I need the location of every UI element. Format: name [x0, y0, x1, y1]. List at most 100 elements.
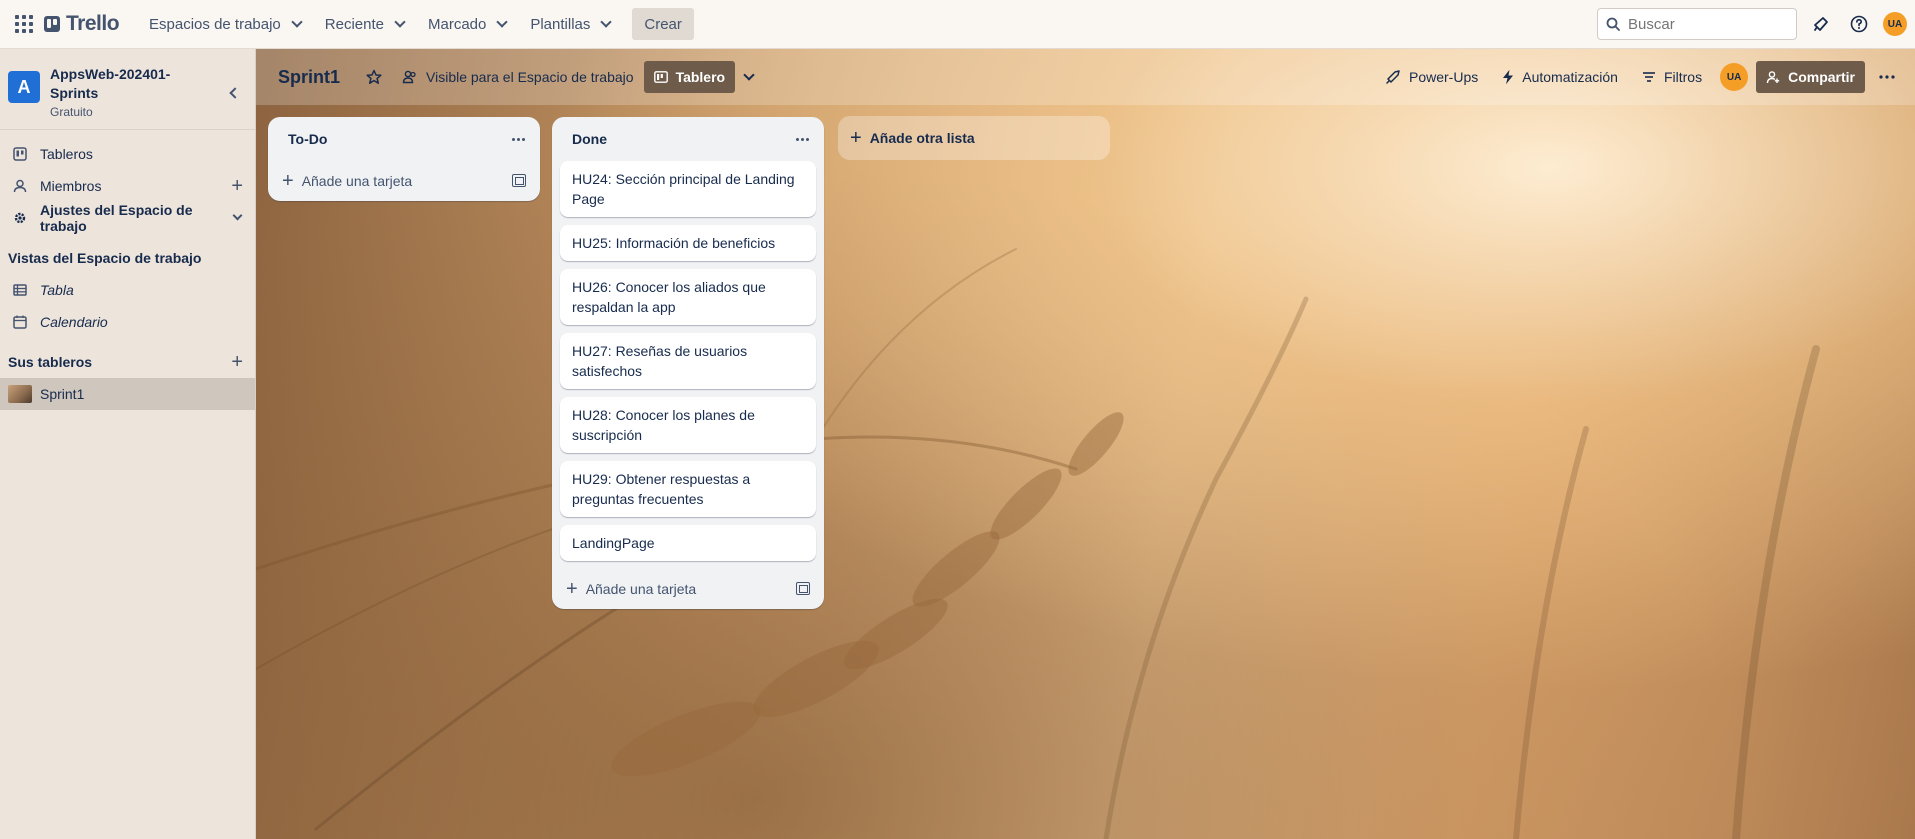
visibility-button[interactable]: Visible para el Espacio de trabajo [392, 61, 644, 93]
chevron-down-icon [600, 16, 613, 28]
add-member-icon[interactable]: + [231, 176, 243, 196]
help-button[interactable] [1845, 10, 1873, 38]
list-header[interactable]: Done [552, 117, 824, 161]
automation-label: Automatización [1522, 69, 1618, 85]
nav-templates-label: Plantillas [530, 15, 591, 33]
rocket-icon [1386, 70, 1400, 84]
card[interactable]: HU28: Conocer los planes de suscripción [560, 397, 816, 453]
share-label: Compartir [1788, 69, 1855, 85]
star-icon [366, 69, 382, 84]
list-title[interactable]: Done [572, 131, 607, 147]
search-input[interactable] [1628, 15, 1778, 33]
chevron-down-icon [394, 16, 406, 28]
create-button[interactable]: Crear [632, 8, 694, 40]
board-view-button[interactable]: Tablero [643, 61, 736, 93]
workspace-info: AppsWeb-202401-Sprints Gratuito [50, 57, 209, 119]
collapse-sidebar-button[interactable] [219, 79, 247, 107]
board-member-avatar[interactable]: UA [1720, 63, 1749, 91]
add-card-label: Añade una tarjeta [301, 173, 413, 189]
sidebar-item-label: Tabla [40, 282, 74, 298]
add-card-button[interactable]: + Añade una tarjeta [566, 579, 696, 599]
workspace-badge[interactable]: A [8, 71, 40, 103]
list-todo: To-Do + Añade una tarjeta [268, 117, 540, 201]
filters-button[interactable]: Filtros [1632, 61, 1712, 93]
top-navigation-bar: Trello Espacios de trabajo Reciente Marc… [0, 0, 1915, 49]
nav-starred-menu[interactable]: Marcado [418, 8, 516, 40]
switch-view-button[interactable] [735, 61, 763, 93]
nav-recent-menu[interactable]: Reciente [315, 8, 414, 40]
user-avatar[interactable]: UA [1883, 12, 1907, 36]
search-icon [1606, 17, 1620, 31]
power-ups-button[interactable]: Power-Ups [1375, 61, 1488, 93]
nav-workspaces-menu[interactable]: Espacios de trabajo [139, 8, 311, 40]
person-icon [12, 179, 28, 193]
list-menu-icon[interactable] [508, 129, 528, 149]
workspace-name[interactable]: AppsWeb-202401-Sprints [50, 65, 209, 103]
list-done: Done HU24: Sección principal de Landing … [552, 117, 824, 609]
sidebar-item-boards[interactable]: Tableros [0, 138, 255, 170]
sidebar-item-calendar-view[interactable]: Calendario [0, 306, 255, 338]
card[interactable]: HU29: Obtener respuestas a preguntas fre… [560, 461, 816, 517]
nav-templates-menu[interactable]: Plantillas [520, 8, 620, 40]
sidebar-item-table-view[interactable]: Tabla [0, 274, 255, 306]
trello-logo-text: Trello [66, 12, 120, 35]
board-view-label: Tablero [675, 69, 726, 85]
card[interactable]: HU26: Conocer los aliados que respaldan … [560, 269, 816, 325]
board-view-icon [653, 71, 668, 83]
list-menu-icon[interactable] [792, 129, 812, 149]
star-board-button[interactable] [356, 61, 392, 93]
sidebar-item-members[interactable]: Miembros + [0, 170, 255, 202]
sidebar-board-sprint1[interactable]: Sprint1 [0, 378, 255, 410]
sidebar-item-workspace-settings[interactable]: Ajustes del Espacio de trabajo [0, 202, 255, 234]
board-menu-button[interactable] [1869, 61, 1905, 93]
nav-recent-label: Reciente [324, 15, 384, 33]
workspace-header: A AppsWeb-202401-Sprints Gratuito [0, 49, 255, 130]
sidebar-item-label: Tableros [40, 146, 93, 162]
table-icon [12, 284, 28, 296]
share-button[interactable]: Compartir [1756, 61, 1865, 93]
board-title[interactable]: Sprint1 [272, 67, 346, 88]
trello-logo-icon [44, 16, 60, 32]
automation-button[interactable]: Automatización [1492, 61, 1628, 93]
workspace-views-title: Vistas del Espacio de trabajo [8, 250, 202, 266]
app-switcher-icon[interactable] [12, 12, 36, 36]
add-list-button[interactable]: + Añade otra lista [838, 116, 1110, 160]
chevron-down-icon [496, 16, 509, 28]
workspace-sidebar: A AppsWeb-202401-Sprints Gratuito Tabler… [0, 49, 256, 839]
create-from-template-icon[interactable] [512, 174, 526, 187]
your-boards-heading: Sus tableros + [0, 346, 255, 378]
add-board-icon[interactable]: + [231, 352, 243, 372]
workspace-views-heading: Vistas del Espacio de trabajo [0, 242, 255, 274]
notifications-button[interactable] [1807, 10, 1835, 38]
plus-icon: + [566, 578, 578, 600]
help-icon [1850, 15, 1868, 33]
search-box[interactable] [1597, 8, 1797, 40]
list-footer: + Añade una tarjeta [268, 161, 540, 201]
trello-logo[interactable]: Trello [44, 12, 120, 36]
power-ups-label: Power-Ups [1409, 69, 1479, 85]
list-footer: + Añade una tarjeta [552, 569, 824, 609]
your-boards-title: Sus tableros [8, 354, 93, 370]
sidebar-item-label: Calendario [40, 314, 108, 330]
card[interactable]: HU27: Reseñas de usuarios satisfechos [560, 333, 816, 389]
card[interactable]: LandingPage [560, 525, 816, 561]
nav-workspaces-label: Espacios de trabajo [149, 15, 281, 33]
lightning-icon [1503, 69, 1514, 85]
card[interactable]: HU24: Sección principal de Landing Page [560, 161, 816, 217]
create-from-template-icon[interactable] [796, 582, 810, 595]
nav-starred-label: Marcado [427, 15, 487, 33]
sidebar-item-label: Ajustes del Espacio de trabajo [40, 202, 193, 234]
card[interactable]: HU25: Información de beneficios [560, 225, 816, 261]
visibility-label: Visible para el Espacio de trabajo [426, 69, 634, 85]
add-person-icon [1766, 71, 1780, 84]
add-list-label: Añade otra lista [869, 130, 975, 146]
plus-icon: + [850, 127, 862, 149]
plus-icon: + [282, 170, 294, 192]
list-header[interactable]: To-Do [268, 117, 540, 161]
filter-icon [1642, 72, 1655, 82]
megaphone-icon [1814, 17, 1828, 31]
sidebar-board-label: Sprint1 [40, 386, 85, 402]
add-card-button[interactable]: + Añade una tarjeta [282, 171, 412, 191]
board-icon [12, 147, 28, 161]
list-title[interactable]: To-Do [288, 131, 327, 147]
